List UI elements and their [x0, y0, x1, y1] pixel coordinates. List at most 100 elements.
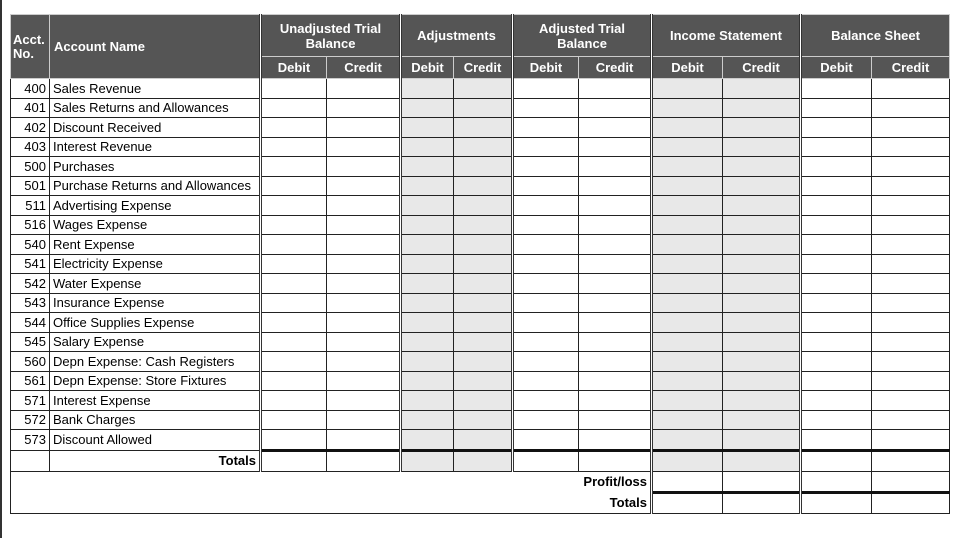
- account-unadjusted-debit-cell[interactable]: [259, 273, 327, 294]
- account-balance-debit-cell[interactable]: [799, 370, 872, 391]
- account-adjusted-credit-cell[interactable]: [578, 253, 652, 274]
- account-adjustments-debit-cell[interactable]: [399, 292, 454, 313]
- account-adjustments-credit-cell[interactable]: [453, 156, 513, 177]
- account-income-debit-cell[interactable]: [650, 331, 723, 352]
- account-balance-credit-cell[interactable]: [871, 97, 950, 118]
- account-adjustments-debit-cell[interactable]: [399, 312, 454, 333]
- account-balance-credit-cell[interactable]: [871, 390, 950, 411]
- account-adjusted-credit-cell[interactable]: [578, 97, 652, 118]
- account-income-credit-cell[interactable]: [722, 214, 801, 235]
- account-balance-debit-cell[interactable]: [799, 214, 872, 235]
- account-income-debit-cell[interactable]: [650, 390, 723, 411]
- profit-loss-income-credit-cell[interactable]: [722, 470, 801, 493]
- totals-adjustments-debit-cell[interactable]: [399, 448, 454, 472]
- account-adjusted-debit-cell[interactable]: [511, 234, 579, 255]
- account-adjustments-debit-cell[interactable]: [399, 370, 454, 391]
- account-adjustments-credit-cell[interactable]: [453, 273, 513, 294]
- account-balance-debit-cell[interactable]: [799, 351, 872, 372]
- account-adjustments-credit-cell[interactable]: [453, 175, 513, 196]
- account-income-debit-cell[interactable]: [650, 78, 723, 99]
- account-adjustments-credit-cell[interactable]: [453, 97, 513, 118]
- account-balance-debit-cell[interactable]: [799, 156, 872, 177]
- account-adjusted-debit-cell[interactable]: [511, 156, 579, 177]
- account-balance-debit-cell[interactable]: [799, 175, 872, 196]
- account-adjustments-debit-cell[interactable]: [399, 331, 454, 352]
- account-adjusted-credit-cell[interactable]: [578, 331, 652, 352]
- account-adjusted-credit-cell[interactable]: [578, 156, 652, 177]
- account-adjusted-credit-cell[interactable]: [578, 370, 652, 391]
- totals-balance-debit-cell[interactable]: [799, 448, 872, 472]
- account-adjusted-debit-cell[interactable]: [511, 331, 579, 352]
- account-income-credit-cell[interactable]: [722, 312, 801, 333]
- totals-income-credit-cell[interactable]: [722, 448, 801, 472]
- account-adjustments-debit-cell[interactable]: [399, 351, 454, 372]
- account-adjusted-debit-cell[interactable]: [511, 253, 579, 274]
- account-adjustments-debit-cell[interactable]: [399, 409, 454, 430]
- account-balance-credit-cell[interactable]: [871, 195, 950, 216]
- account-income-credit-cell[interactable]: [722, 136, 801, 157]
- account-adjustments-credit-cell[interactable]: [453, 214, 513, 235]
- account-unadjusted-credit-cell[interactable]: [326, 351, 401, 372]
- account-income-credit-cell[interactable]: [722, 117, 801, 138]
- account-income-credit-cell[interactable]: [722, 156, 801, 177]
- account-income-credit-cell[interactable]: [722, 195, 801, 216]
- account-adjustments-debit-cell[interactable]: [399, 97, 454, 118]
- account-unadjusted-credit-cell[interactable]: [326, 370, 401, 391]
- account-unadjusted-debit-cell[interactable]: [259, 214, 327, 235]
- account-unadjusted-debit-cell[interactable]: [259, 117, 327, 138]
- account-income-credit-cell[interactable]: [722, 273, 801, 294]
- final-totals-balance-debit-cell[interactable]: [799, 490, 872, 514]
- account-adjustments-credit-cell[interactable]: [453, 331, 513, 352]
- account-unadjusted-debit-cell[interactable]: [259, 97, 327, 118]
- account-unadjusted-debit-cell[interactable]: [259, 409, 327, 430]
- account-income-credit-cell[interactable]: [722, 390, 801, 411]
- account-income-debit-cell[interactable]: [650, 273, 723, 294]
- account-balance-debit-cell[interactable]: [799, 136, 872, 157]
- account-adjusted-credit-cell[interactable]: [578, 409, 652, 430]
- account-income-credit-cell[interactable]: [722, 351, 801, 372]
- account-adjusted-debit-cell[interactable]: [511, 136, 579, 157]
- account-adjusted-debit-cell[interactable]: [511, 273, 579, 294]
- account-unadjusted-credit-cell[interactable]: [326, 97, 401, 118]
- account-adjustments-credit-cell[interactable]: [453, 136, 513, 157]
- account-balance-debit-cell[interactable]: [799, 97, 872, 118]
- account-income-credit-cell[interactable]: [722, 429, 801, 451]
- account-adjustments-debit-cell[interactable]: [399, 156, 454, 177]
- account-adjusted-debit-cell[interactable]: [511, 195, 579, 216]
- account-unadjusted-debit-cell[interactable]: [259, 390, 327, 411]
- account-income-credit-cell[interactable]: [722, 292, 801, 313]
- account-adjusted-debit-cell[interactable]: [511, 175, 579, 196]
- account-adjustments-debit-cell[interactable]: [399, 195, 454, 216]
- account-unadjusted-credit-cell[interactable]: [326, 214, 401, 235]
- account-unadjusted-debit-cell[interactable]: [259, 312, 327, 333]
- account-adjustments-debit-cell[interactable]: [399, 214, 454, 235]
- final-totals-income-debit-cell[interactable]: [650, 490, 723, 514]
- account-adjustments-debit-cell[interactable]: [399, 117, 454, 138]
- account-adjustments-credit-cell[interactable]: [453, 117, 513, 138]
- totals-balance-credit-cell[interactable]: [871, 448, 950, 472]
- account-income-credit-cell[interactable]: [722, 234, 801, 255]
- account-unadjusted-credit-cell[interactable]: [326, 429, 401, 451]
- account-unadjusted-debit-cell[interactable]: [259, 175, 327, 196]
- account-income-debit-cell[interactable]: [650, 253, 723, 274]
- account-adjusted-credit-cell[interactable]: [578, 234, 652, 255]
- totals-adjusted-debit-cell[interactable]: [511, 448, 579, 472]
- account-unadjusted-debit-cell[interactable]: [259, 253, 327, 274]
- account-balance-credit-cell[interactable]: [871, 273, 950, 294]
- totals-unadjusted-credit-cell[interactable]: [326, 448, 401, 472]
- account-income-debit-cell[interactable]: [650, 292, 723, 313]
- account-adjustments-credit-cell[interactable]: [453, 370, 513, 391]
- account-adjustments-credit-cell[interactable]: [453, 429, 513, 451]
- account-balance-credit-cell[interactable]: [871, 429, 950, 451]
- account-adjustments-credit-cell[interactable]: [453, 390, 513, 411]
- account-unadjusted-debit-cell[interactable]: [259, 351, 327, 372]
- account-unadjusted-debit-cell[interactable]: [259, 292, 327, 313]
- account-unadjusted-credit-cell[interactable]: [326, 78, 401, 99]
- account-unadjusted-debit-cell[interactable]: [259, 78, 327, 99]
- account-unadjusted-credit-cell[interactable]: [326, 331, 401, 352]
- account-income-debit-cell[interactable]: [650, 214, 723, 235]
- account-unadjusted-debit-cell[interactable]: [259, 156, 327, 177]
- account-adjusted-debit-cell[interactable]: [511, 312, 579, 333]
- account-unadjusted-credit-cell[interactable]: [326, 156, 401, 177]
- account-unadjusted-debit-cell[interactable]: [259, 331, 327, 352]
